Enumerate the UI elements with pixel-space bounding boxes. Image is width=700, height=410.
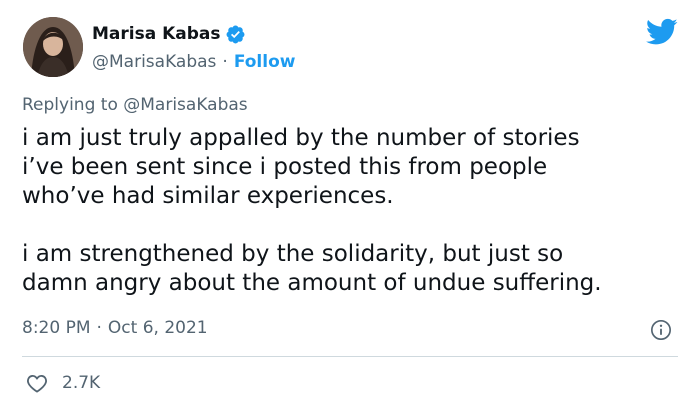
tweet-date: Oct 6, 2021	[107, 318, 208, 338]
tweet-time: 8:20 PM	[22, 318, 91, 338]
replying-to: Replying to @MarisaKabas	[22, 95, 248, 115]
divider	[22, 356, 678, 357]
like-button[interactable]: 2.7K	[26, 373, 100, 393]
handle-separator: ·	[222, 52, 228, 72]
heart-icon	[27, 374, 47, 393]
author-handle[interactable]: @MarisaKabas	[92, 52, 216, 72]
avatar[interactable]	[23, 17, 83, 77]
avatar-portrait-icon	[23, 17, 83, 77]
author-name[interactable]: Marisa Kabas	[92, 24, 221, 44]
replying-prefix: Replying to	[22, 95, 118, 115]
twitter-bird-icon[interactable]	[645, 18, 678, 46]
tweet-text: i am just truly appalled by the number o…	[22, 125, 602, 296]
meta-separator: ·	[96, 318, 102, 338]
info-icon[interactable]	[650, 319, 672, 341]
follow-button[interactable]: Follow	[234, 52, 296, 72]
verified-badge-icon	[225, 24, 246, 45]
replying-mention[interactable]: @MarisaKabas	[123, 95, 247, 115]
like-count: 2.7K	[62, 373, 101, 393]
tweet-timestamp[interactable]: 8:20 PM · Oct 6, 2021	[22, 318, 208, 338]
author-block: Marisa Kabas @MarisaKabas · Follow	[92, 22, 295, 74]
tweet-card: Marisa Kabas @MarisaKabas · Follow Reply…	[0, 0, 700, 410]
